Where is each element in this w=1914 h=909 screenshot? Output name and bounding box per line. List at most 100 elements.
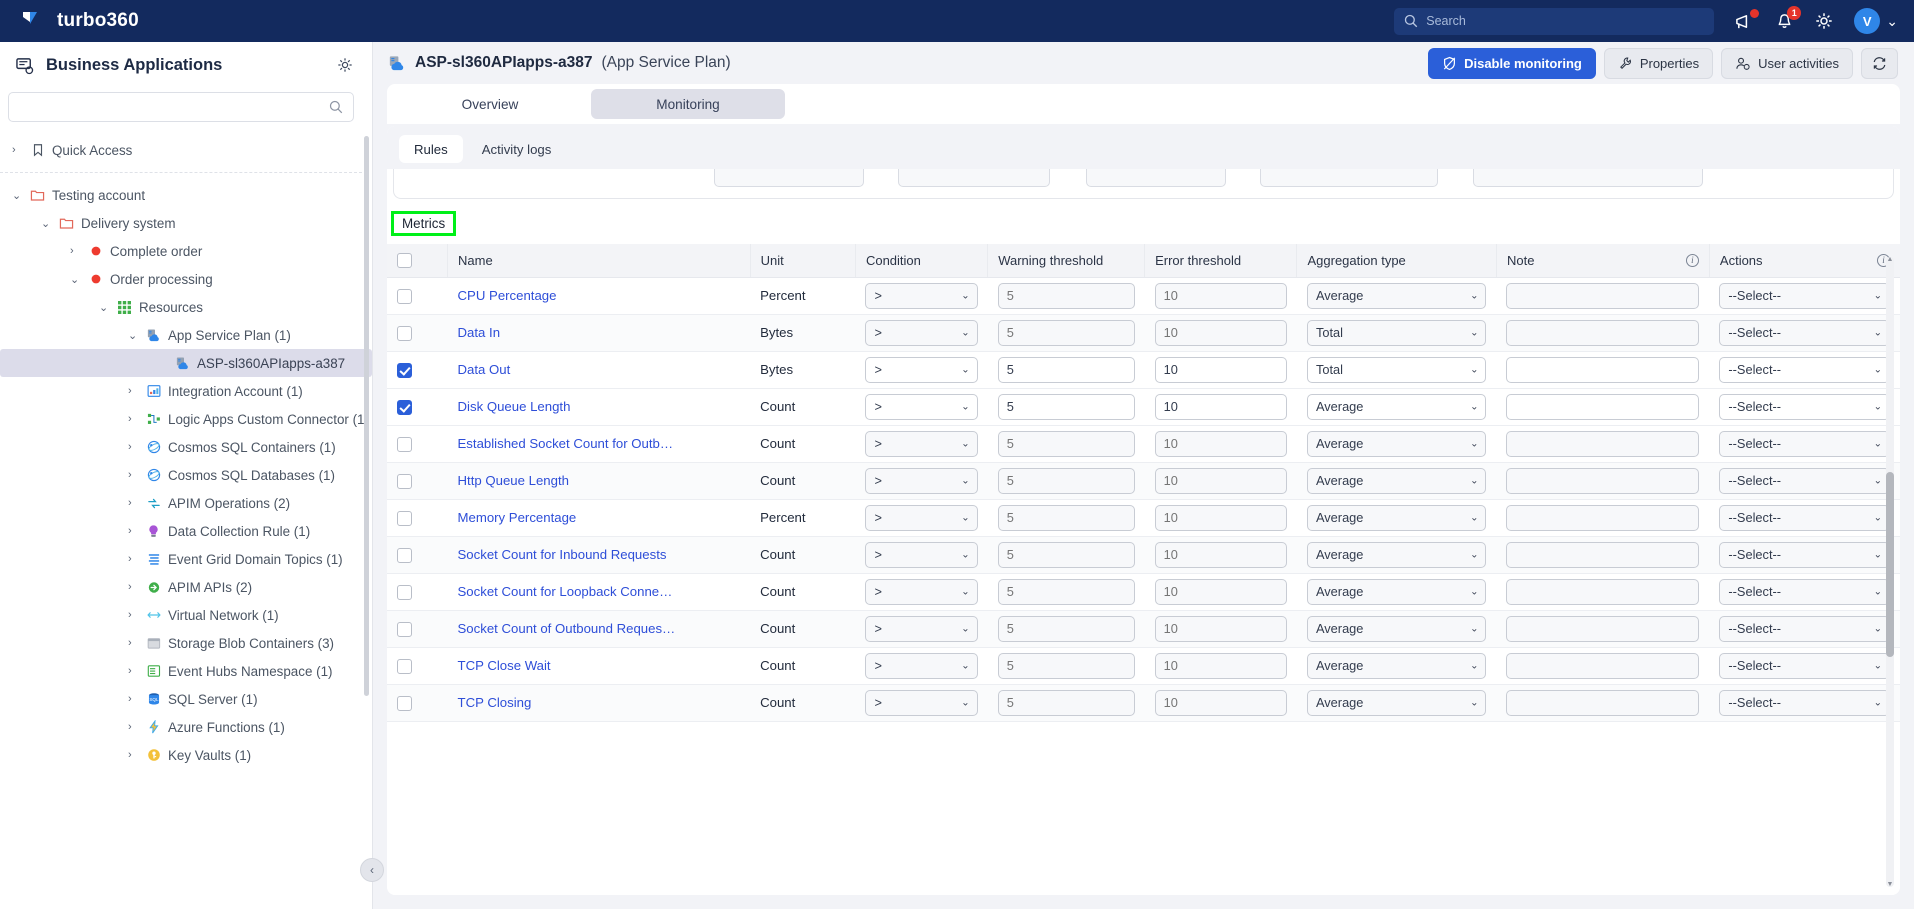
error-threshold-input[interactable] [1154, 356, 1287, 383]
warning-threshold-input[interactable] [997, 541, 1135, 568]
note-input[interactable] [1506, 430, 1700, 457]
warning-threshold-input[interactable] [997, 689, 1135, 716]
actions-select[interactable]: --Select-- [1719, 689, 1890, 716]
sidebar-item-event-grid-domain-topics-1[interactable]: › Event Grid Domain Topics (1) [0, 545, 372, 573]
sidebar-search[interactable] [8, 92, 354, 122]
chevron-right-icon[interactable]: › [128, 721, 139, 733]
metric-name-link[interactable]: Http Queue Length [458, 473, 569, 488]
metric-name-link[interactable]: CPU Percentage [458, 288, 557, 303]
note-input[interactable] [1506, 282, 1700, 309]
chevron-right-icon[interactable]: › [128, 581, 139, 593]
actions-select[interactable]: --Select-- [1719, 319, 1890, 346]
sidebar-item-azure-functions-1[interactable]: › Azure Functions (1) [0, 713, 372, 741]
sidebar-item-asp-sl360apiapps-a387[interactable]: ASP-sl360APIapps-a387 [0, 349, 372, 377]
row-checkbox[interactable] [397, 473, 412, 489]
actions-select[interactable]: --Select-- [1719, 282, 1890, 309]
brand[interactable]: turbo360 [0, 9, 139, 33]
metric-name-link[interactable]: Socket Count of Outbound Reques… [458, 621, 676, 636]
metric-name-link[interactable]: Socket Count for Inbound Requests [458, 547, 667, 562]
aggregation-select[interactable]: Average [1306, 689, 1487, 716]
aggregation-select[interactable]: Average [1306, 430, 1487, 457]
aggregation-select[interactable]: Average [1306, 504, 1487, 531]
row-checkbox[interactable] [397, 695, 412, 711]
row-checkbox[interactable] [397, 510, 412, 526]
sidebar-item-logic-apps-custom-connector-1[interactable]: › Logic Apps Custom Connector (1) [0, 405, 372, 433]
error-threshold-input[interactable] [1154, 282, 1287, 309]
chevron-right-icon[interactable]: › [128, 525, 139, 537]
warning-threshold-input[interactable] [997, 615, 1135, 642]
chevron-right-icon[interactable]: › [128, 441, 139, 453]
warning-threshold-input[interactable] [997, 430, 1135, 457]
chevron-right-icon[interactable]: › [128, 385, 139, 397]
aggregation-select[interactable]: Total [1306, 319, 1487, 346]
warning-threshold-input[interactable] [997, 504, 1135, 531]
condition-select[interactable]: > [865, 356, 978, 383]
condition-select[interactable]: > [865, 578, 978, 605]
chevron-right-icon[interactable]: › [128, 609, 139, 621]
sidebar-item-quick-access[interactable]: › Quick Access [0, 136, 372, 164]
note-input[interactable] [1506, 652, 1700, 679]
sidebar-item-storage-blob-containers-3[interactable]: › Storage Blob Containers (3) [0, 629, 372, 657]
note-input[interactable] [1506, 356, 1700, 383]
aggregation-select[interactable]: Average [1306, 393, 1487, 420]
metric-name-link[interactable]: Established Socket Count for Outb… [458, 436, 674, 451]
error-threshold-input[interactable] [1154, 541, 1287, 568]
note-input[interactable] [1506, 615, 1700, 642]
gear-icon[interactable] [1814, 11, 1834, 31]
chevron-right-icon[interactable]: › [128, 637, 139, 649]
table-scrollbar[interactable]: ▲ ▼ [1886, 256, 1894, 888]
note-input[interactable] [1506, 541, 1700, 568]
bell-icon[interactable]: 1 [1775, 5, 1802, 31]
aggregation-select[interactable]: Average [1306, 615, 1487, 642]
error-threshold-input[interactable] [1154, 467, 1287, 494]
aggregation-select[interactable]: Average [1306, 652, 1487, 679]
note-input[interactable] [1506, 319, 1700, 346]
note-input[interactable] [1506, 393, 1700, 420]
chevron-right-icon[interactable]: › [128, 693, 139, 705]
warning-threshold-input[interactable] [997, 282, 1135, 309]
row-checkbox[interactable] [397, 436, 412, 452]
condition-select[interactable]: > [865, 393, 978, 420]
user-menu[interactable]: V ⌄ [1854, 8, 1898, 34]
sidebar-item-event-hubs-namespace-1[interactable]: › Event Hubs Namespace (1) [0, 657, 372, 685]
table-scrollbar-thumb[interactable] [1886, 472, 1894, 657]
actions-select[interactable]: --Select-- [1719, 578, 1890, 605]
note-input[interactable] [1506, 578, 1700, 605]
subtab-activity-logs[interactable]: Activity logs [467, 135, 567, 163]
row-checkbox[interactable] [397, 325, 412, 341]
disable-monitoring-button[interactable]: Disable monitoring [1428, 47, 1596, 79]
select-all-checkbox[interactable] [397, 253, 412, 269]
condition-select[interactable]: > [865, 467, 978, 494]
chevron-right-icon[interactable]: › [128, 749, 139, 761]
actions-select[interactable]: --Select-- [1719, 356, 1890, 383]
tab-overview[interactable]: Overview [393, 89, 587, 119]
chevron-right-icon[interactable]: › [128, 413, 139, 425]
note-input[interactable] [1506, 467, 1700, 494]
condition-select[interactable]: > [865, 615, 978, 642]
aggregation-select[interactable]: Average [1306, 467, 1487, 494]
sidebar-item-cosmos-sql-containers-1[interactable]: › Cosmos SQL Containers (1) [0, 433, 372, 461]
sidebar-collapse-button[interactable]: ‹ [360, 858, 384, 882]
warning-threshold-input[interactable] [997, 319, 1135, 346]
note-input[interactable] [1506, 689, 1700, 716]
row-checkbox[interactable] [397, 584, 412, 600]
condition-select[interactable]: > [865, 430, 978, 457]
user-activities-button[interactable]: User activities [1721, 47, 1853, 79]
sidebar-item-delivery-system[interactable]: ⌄ Delivery system [0, 209, 372, 237]
metric-name-link[interactable]: Data In [458, 325, 501, 340]
error-threshold-input[interactable] [1154, 504, 1287, 531]
sidebar-item-data-collection-rule-1[interactable]: › Data Collection Rule (1) [0, 517, 372, 545]
error-threshold-input[interactable] [1154, 430, 1287, 457]
sidebar-item-complete-order[interactable]: › Complete order [0, 237, 372, 265]
note-input[interactable] [1506, 504, 1700, 531]
sidebar-item-cosmos-sql-databases-1[interactable]: › Cosmos SQL Databases (1) [0, 461, 372, 489]
row-checkbox[interactable] [397, 658, 412, 674]
warning-threshold-input[interactable] [997, 356, 1135, 383]
subtab-rules[interactable]: Rules [399, 135, 463, 163]
sidebar-item-apim-operations-2[interactable]: › APIM Operations (2) [0, 489, 372, 517]
condition-select[interactable]: > [865, 282, 978, 309]
chevron-down-icon[interactable]: ⌄ [128, 329, 139, 342]
metric-name-link[interactable]: TCP Closing [458, 695, 532, 710]
global-search[interactable] [1394, 7, 1715, 35]
error-threshold-input[interactable] [1154, 615, 1287, 642]
